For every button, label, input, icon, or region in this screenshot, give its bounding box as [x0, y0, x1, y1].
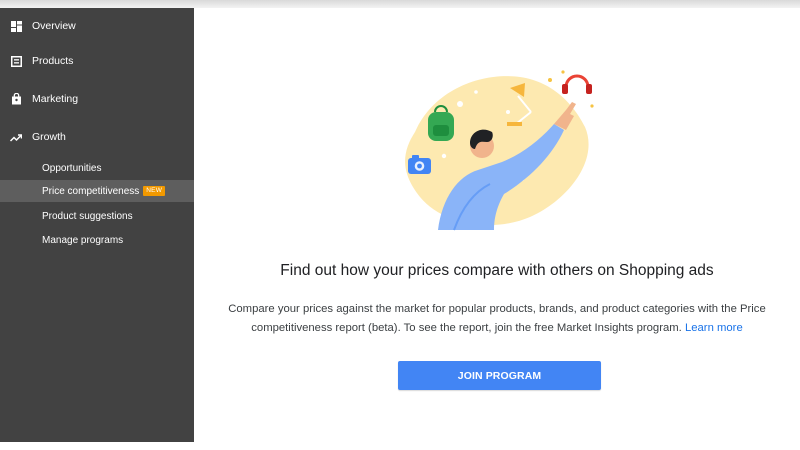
page-headline: Find out how your prices compare with ot…	[280, 262, 714, 279]
sidebar-subitem-label: Manage programs	[42, 234, 124, 246]
sidebar-item-growth[interactable]: Growth	[0, 125, 194, 149]
sidebar-subitem-price-competitiveness[interactable]: Price competitiveness NEW	[0, 180, 194, 202]
sidebar-item-label: Overview	[32, 20, 76, 32]
sidebar-item-overview[interactable]: Overview	[0, 14, 194, 38]
sidebar-item-label: Marketing	[32, 93, 79, 105]
learn-more-link[interactable]: Learn more	[685, 322, 743, 334]
person-pointing-at-products-illustration	[405, 70, 594, 231]
dashboard-icon	[10, 20, 22, 32]
bottom-margin	[0, 442, 800, 450]
sidebar-subitem-manage-programs[interactable]: Manage programs	[0, 229, 194, 251]
sidebar-nav: Overview Products Marketing Growth Oppor…	[0, 8, 194, 442]
product-list-icon	[10, 55, 22, 67]
trending-up-icon	[10, 131, 22, 143]
sidebar-item-label: Products	[32, 55, 74, 67]
new-badge: NEW	[143, 185, 166, 196]
sidebar-item-marketing[interactable]: Marketing	[0, 87, 194, 111]
sidebar-subitem-label: Price competitiveness	[42, 185, 140, 197]
sidebar-subitem-opportunities[interactable]: Opportunities	[0, 157, 194, 179]
sidebar-subitem-label: Opportunities	[42, 162, 102, 174]
join-program-button[interactable]: JOIN PROGRAM	[398, 361, 601, 390]
sidebar-item-label: Growth	[32, 131, 66, 143]
sidebar-subitem-label: Product suggestions	[42, 210, 133, 222]
sidebar-subitem-label-wrap: Price competitiveness NEW	[42, 185, 166, 197]
main-content: Find out how your prices compare with ot…	[194, 8, 800, 442]
sidebar-subitem-product-suggestions[interactable]: Product suggestions	[0, 205, 194, 227]
shopping-bag-icon	[10, 93, 22, 105]
sidebar-item-products[interactable]: Products	[0, 49, 194, 73]
top-divider	[0, 0, 800, 8]
page-description: Compare your prices against the market f…	[202, 300, 792, 338]
